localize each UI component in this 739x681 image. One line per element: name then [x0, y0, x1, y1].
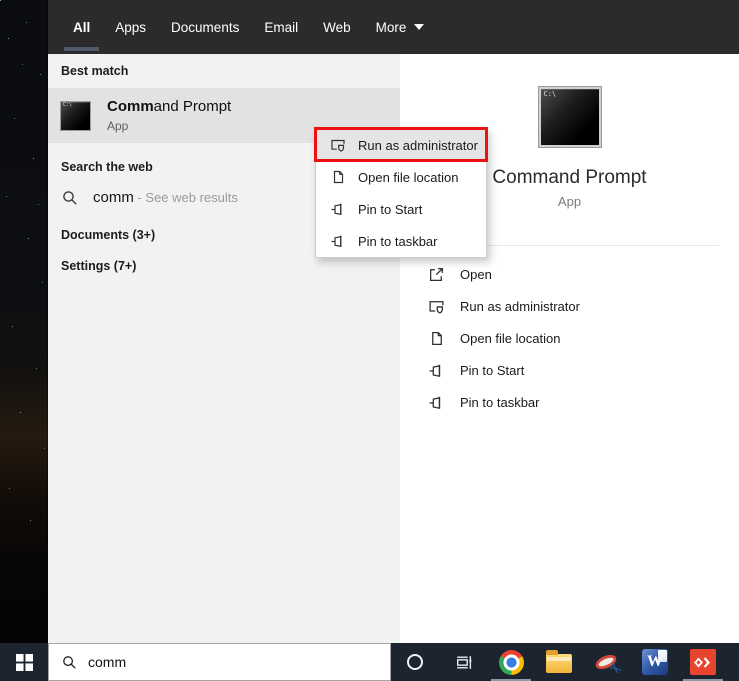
open-file-location-icon: [330, 169, 346, 185]
pin-icon: [330, 233, 346, 249]
search-icon: [62, 655, 77, 670]
start-button[interactable]: [0, 643, 48, 681]
wallpaper-stars: [0, 0, 1, 1]
settings-group-header[interactable]: Settings (7+): [61, 259, 400, 273]
chevron-down-icon: [414, 24, 425, 30]
action-open[interactable]: Open: [400, 258, 739, 290]
preview-app-name: Command Prompt: [492, 167, 647, 188]
word-letter: W: [647, 653, 663, 670]
search-input-value: comm: [88, 654, 127, 670]
tab-all[interactable]: All: [63, 0, 100, 54]
menu-item-label: Pin to taskbar: [358, 233, 438, 249]
web-suggestion-query: comm: [93, 189, 134, 206]
menu-pin-to-start[interactable]: Pin to Start: [316, 193, 486, 225]
action-label: Pin to Start: [460, 362, 525, 378]
menu-item-label: Run as administrator: [358, 137, 478, 153]
tab-documents[interactable]: Documents: [171, 0, 239, 54]
best-match-subtitle: App: [107, 119, 129, 133]
best-match-title-rest: and Prompt: [153, 98, 232, 115]
action-pin-to-start[interactable]: Pin to Start: [400, 354, 739, 386]
tab-web[interactable]: Web: [323, 0, 351, 54]
action-label: Run as administrator: [460, 298, 580, 314]
run-as-admin-icon: [428, 298, 445, 315]
web-suggestion-text: comm - See web results: [93, 189, 238, 207]
run-as-admin-icon: [330, 137, 346, 153]
best-match-title-match: Comm: [107, 98, 154, 115]
menu-run-as-administrator[interactable]: Run as administrator: [314, 127, 488, 162]
action-label: Open file location: [460, 330, 561, 346]
taskbar: comm ✂ W: [0, 643, 739, 681]
word-button[interactable]: W: [631, 643, 679, 681]
open-icon: [428, 266, 445, 283]
search-icon: [62, 190, 78, 206]
chrome-button[interactable]: [487, 643, 535, 681]
open-file-location-icon: [428, 330, 445, 347]
best-match-title: Command Prompt: [107, 98, 231, 115]
web-suggestion-suffix: - See web results: [133, 190, 238, 205]
command-prompt-icon: C:\: [60, 100, 91, 131]
action-open-file-location[interactable]: Open file location: [400, 322, 739, 354]
action-label: Open: [460, 266, 492, 282]
search-flyout: All Apps Documents Email Web More Best m…: [48, 0, 739, 643]
action-label: Pin to taskbar: [460, 394, 540, 410]
pin-icon: [330, 201, 346, 217]
taskbar-search-box[interactable]: comm: [48, 643, 391, 681]
menu-open-file-location[interactable]: Open file location: [316, 161, 486, 193]
windows-search-screen: All Apps Documents Email Web More Best m…: [0, 0, 739, 681]
tab-email[interactable]: Email: [264, 0, 298, 54]
search-filter-tabs: All Apps Documents Email Web More: [48, 0, 739, 54]
folder-icon: [546, 650, 572, 673]
cortana-icon: [407, 654, 423, 670]
best-match-header: Best match: [61, 64, 129, 78]
context-menu: Run as administrator Open file location …: [314, 127, 488, 258]
tab-more-label: More: [375, 19, 407, 35]
desktop-wallpaper: [0, 0, 48, 643]
red-arrows-app-button[interactable]: [679, 643, 727, 681]
preview-app-type: App: [557, 194, 582, 209]
word-icon: W: [642, 649, 668, 675]
pin-icon: [428, 362, 445, 379]
task-view-icon: [454, 653, 473, 672]
command-prompt-icon-glyph: C:\: [63, 101, 73, 108]
preview-actions: Open Run as administrator Open file loca…: [400, 258, 739, 418]
snipping-tool-icon: ✂: [593, 650, 626, 680]
best-match-texts: Command Prompt App: [107, 98, 231, 133]
action-pin-to-taskbar[interactable]: Pin to taskbar: [400, 386, 739, 418]
file-explorer-button[interactable]: [535, 643, 583, 681]
task-view-button[interactable]: [439, 643, 487, 681]
action-run-as-administrator[interactable]: Run as administrator: [400, 290, 739, 322]
red-arrows-app-icon: [690, 649, 716, 675]
windows-logo-icon: [15, 653, 33, 671]
chrome-icon: [498, 649, 524, 675]
pin-icon: [428, 394, 445, 411]
tab-more[interactable]: More: [376, 0, 425, 54]
command-prompt-icon-glyph: C:\: [543, 90, 557, 98]
command-prompt-icon-large: C:\: [537, 86, 602, 148]
menu-item-label: Pin to Start: [358, 201, 423, 217]
menu-pin-to-taskbar[interactable]: Pin to taskbar: [316, 225, 486, 257]
cortana-button[interactable]: [391, 643, 439, 681]
menu-item-label: Open file location: [358, 169, 459, 185]
tab-apps[interactable]: Apps: [115, 0, 146, 54]
snipping-tool-button[interactable]: ✂: [583, 643, 631, 681]
